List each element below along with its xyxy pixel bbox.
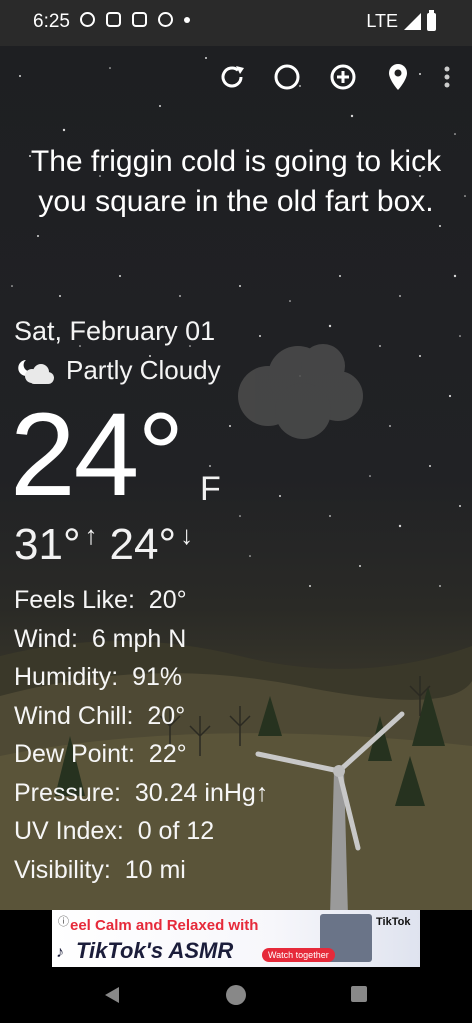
- ad-headline: eel Calm and Relaxed with: [70, 917, 259, 934]
- detail-row-humidity: Humidity: 91%: [14, 663, 183, 691]
- location-button[interactable]: [381, 60, 415, 94]
- detail-row-visibility: Visibility: 10 mi: [14, 855, 186, 884]
- arrow-down-icon: ↓: [180, 520, 194, 550]
- status-right: LTE: [366, 9, 436, 32]
- detail-row-feels-like: Feels Like: 20°: [14, 586, 187, 614]
- forecast-date: Sat, February 01: [14, 316, 216, 346]
- back-icon[interactable]: [103, 985, 121, 1005]
- instagram-icon: [106, 12, 121, 27]
- detail-row-wind-chill: Wind Chill: 20°: [14, 701, 186, 730]
- condition-row: Partly Cloudy: [14, 355, 221, 386]
- temperature-unit: F: [200, 470, 221, 508]
- detail-row-dew-point: Dew Point: 22°: [14, 740, 187, 768]
- alarm-icon: [80, 12, 95, 27]
- fan-icon: [158, 12, 173, 27]
- detail-row-pressure: Pressure: 30.24 inHg↑: [14, 778, 269, 807]
- condition-label: Partly Cloudy: [66, 355, 221, 385]
- home-icon[interactable]: [225, 984, 247, 1006]
- navigation-bar: [0, 967, 472, 1023]
- ad-title: TikTok's ASMR: [76, 938, 234, 963]
- signal-icon: [404, 13, 421, 30]
- refresh-button[interactable]: [215, 60, 249, 94]
- detail-row-wind: Wind: 6 mph N: [14, 624, 187, 653]
- overflow-menu-button[interactable]: [430, 60, 464, 94]
- detail-row-uv-index: UV Index: 0 of 12: [14, 817, 215, 845]
- status-bar: 6:25 LTE: [0, 0, 472, 46]
- weather-details: Feels Like: 20° Wind: 6 mph N Humidity: …: [14, 581, 268, 889]
- status-time: 6:25: [33, 11, 70, 32]
- refresh-icon: [221, 66, 244, 88]
- overflow-menu-icon: [444, 66, 450, 88]
- ad-brand: TikTok: [376, 916, 411, 928]
- add-location-icon: [330, 64, 356, 90]
- weather-headline: The friggin cold is going to kick you sq…: [30, 145, 442, 218]
- notification-icons: [80, 12, 190, 27]
- ad-banner[interactable]: ⓘ eel Calm and Relaxed with TikTok's ASM…: [52, 910, 420, 968]
- add-location-button[interactable]: [326, 60, 360, 94]
- network-type: LTE: [366, 11, 398, 31]
- current-temperature: 24°: [10, 389, 184, 521]
- toolbar: [0, 60, 472, 100]
- arrow-up-icon: ↑: [84, 520, 98, 550]
- recents-icon[interactable]: [350, 985, 368, 1003]
- instagram-icon: [132, 12, 147, 27]
- battery-icon: [427, 9, 436, 31]
- tiktok-logo-icon: ♪: [56, 944, 64, 961]
- ad-info-icon[interactable]: ⓘ: [58, 913, 69, 929]
- theme-button[interactable]: [270, 60, 304, 94]
- low-temperature: 24°: [109, 520, 177, 569]
- location-pin-icon: [389, 64, 407, 90]
- theme-icon: [274, 64, 300, 90]
- high-temperature: 31°: [14, 520, 81, 569]
- ad-cta-button[interactable]: Watch together: [262, 948, 335, 962]
- partly-cloudy-night-icon: [18, 359, 54, 384]
- more-notifications-dot-icon: [184, 16, 190, 23]
- cloud-graphic: [238, 344, 363, 439]
- high-low-row: 31° ↑ 24° ↓: [14, 520, 193, 570]
